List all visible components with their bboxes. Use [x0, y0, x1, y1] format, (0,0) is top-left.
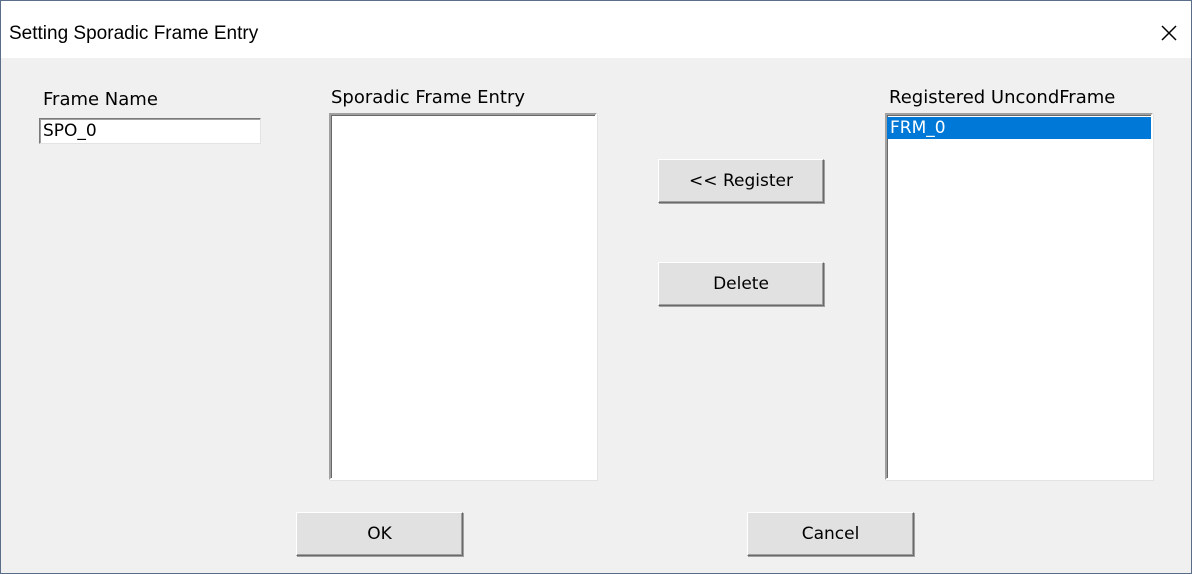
- cancel-button[interactable]: Cancel: [747, 512, 914, 556]
- title-bar[interactable]: Setting Sporadic Frame Entry: [1, 1, 1191, 58]
- ok-button[interactable]: OK: [296, 512, 463, 556]
- frame-name-input[interactable]: SPO_0: [39, 118, 261, 144]
- registered-listbox[interactable]: FRM_0: [885, 113, 1153, 480]
- sporadic-entry-listbox[interactable]: [329, 113, 597, 480]
- frame-name-label: Frame Name: [43, 89, 158, 110]
- register-button[interactable]: << Register: [658, 159, 824, 203]
- registered-list-item[interactable]: FRM_0: [887, 117, 1151, 139]
- window-title: Setting Sporadic Frame Entry: [9, 23, 259, 44]
- registered-label: Registered UncondFrame: [889, 87, 1116, 108]
- delete-button[interactable]: Delete: [658, 262, 824, 306]
- dialog-window: Setting Sporadic Frame Entry Frame Name …: [0, 0, 1192, 574]
- close-button[interactable]: [1147, 13, 1191, 53]
- sporadic-entry-label: Sporadic Frame Entry: [331, 87, 526, 108]
- close-icon: [1161, 25, 1177, 41]
